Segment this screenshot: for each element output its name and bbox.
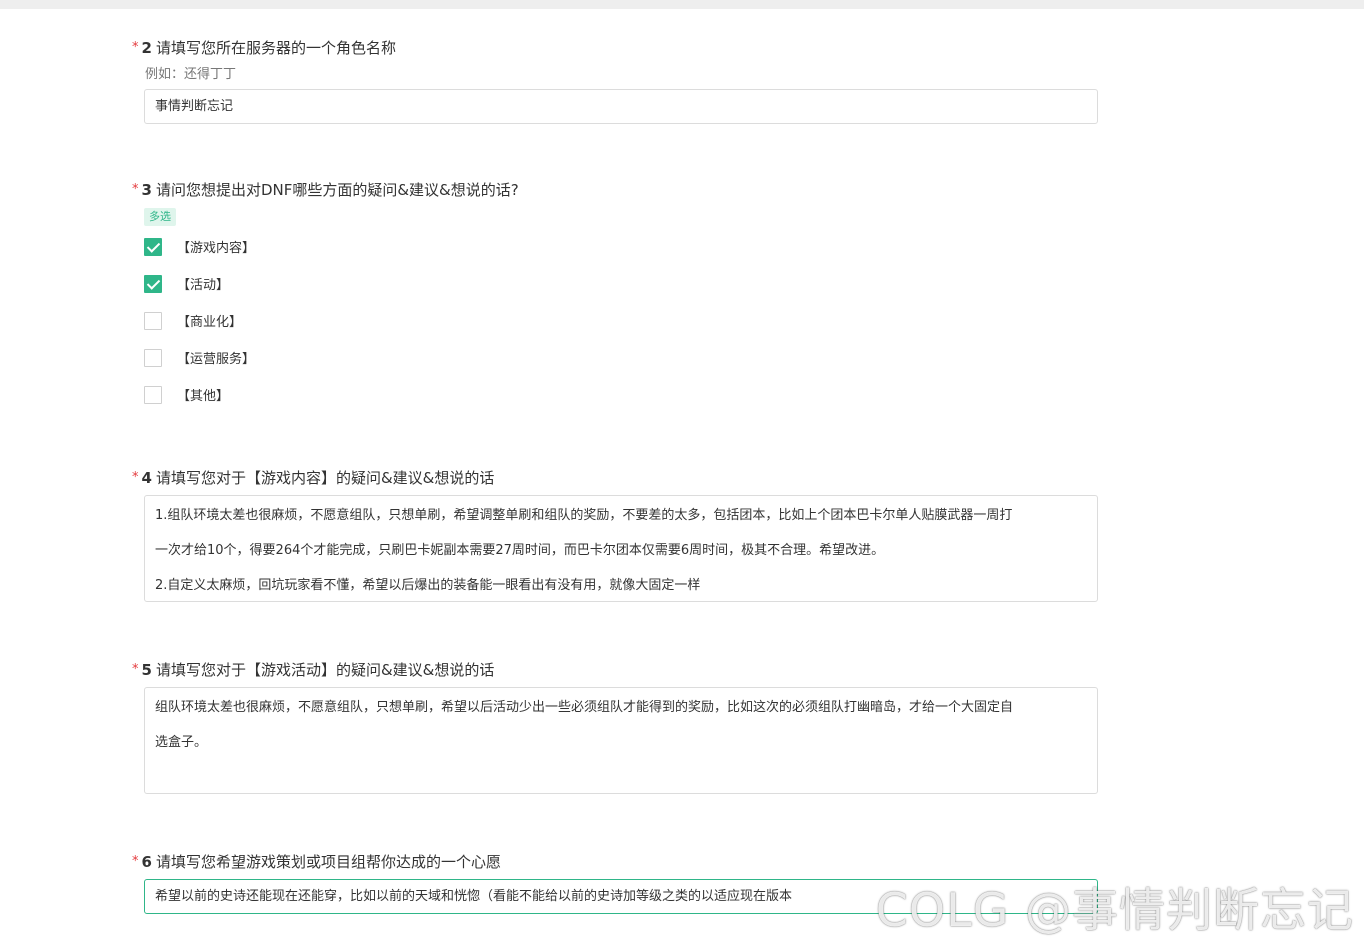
question-text: 请填写您对于【游戏内容】的疑问&建议&想说的话 [155,469,495,487]
question-number: 2 [141,39,152,57]
answer-line: 组队环境太差也很麻烦，不愿意组队，只想单刷，希望以后活动少出一些必须组队才能得到… [155,700,1014,715]
question-title: * 4 请填写您对于【游戏内容】的疑问&建议&想说的话 [132,468,1102,488]
option-label: 【运营服务】 [177,352,256,367]
answer-line: 一次才给10个，得要264个才能完成，只刷巴卡妮副本需要27周时间，而巴卡尔团本… [155,543,885,558]
question-text: 请问您想提出对DNF哪些方面的疑问&建议&想说的话? [155,181,519,199]
game-content-textarea[interactable]: 1.组队环境太差也很麻烦，不愿意组队，只想单刷，希望调整单刷和组队的奖励，不要差… [144,495,1098,602]
checkbox-checked[interactable] [144,274,162,293]
options-list: 【游戏内容】 【活动】 【商业化】 【运营服务】 【其他】 [132,228,1102,413]
option-operations[interactable]: 【运营服务】 [144,339,1102,376]
option-label: 【活动】 [177,278,230,293]
question-title: * 5 请填写您对于【游戏活动】的疑问&建议&想说的话 [132,660,1102,680]
option-label: 【商业化】 [177,315,243,330]
answer-line: 2.自定义太麻烦，回坑玩家看不懂，希望以后爆出的装备能一眼看出有没有用，就像大固… [155,578,701,593]
question-hint: 例如：还得丁丁 [145,67,237,82]
game-activity-textarea[interactable]: 组队环境太差也很麻烦，不愿意组队，只想单刷，希望以后活动少出一些必须组队才能得到… [144,687,1098,794]
question-3: * 3 请问您想提出对DNF哪些方面的疑问&建议&想说的话? 多选 【游戏内容】 【… [132,180,1102,413]
answer-line: 1.组队环境太差也很麻烦，不愿意组队，只想单刷，希望调整单刷和组队的奖励，不要差… [155,508,1013,523]
question-title: * 6 请填写您希望游戏策划或项目组帮你达成的一个心愿 [132,852,1102,872]
required-mark: * [132,662,139,677]
watermark: COLG @事情判断忘记 [875,883,1354,937]
option-activity[interactable]: 【活动】 [144,265,1102,302]
question-4: * 4 请填写您对于【游戏内容】的疑问&建议&想说的话 1.组队环境太差也很麻烦，不… [132,468,1102,602]
top-bar [0,0,1364,9]
question-number: 4 [141,469,152,487]
answer-line: 选盒子。 [155,735,208,750]
option-label: 【游戏内容】 [177,241,256,256]
option-other[interactable]: 【其他】 [144,376,1102,413]
role-name-input[interactable]: 事情判断忘记 [144,89,1098,124]
option-label: 【其他】 [177,389,230,404]
question-text: 请填写您对于【游戏活动】的疑问&建议&想说的话 [155,661,495,679]
required-mark: * [132,40,139,55]
option-game-content[interactable]: 【游戏内容】 [144,228,1102,265]
question-number: 5 [141,661,152,679]
question-2: * 2 请填写您所在服务器的一个角色名称 例如：还得丁丁 事情判断忘记 [132,38,1102,124]
multi-select-badge: 多选 [144,208,176,226]
question-number: 6 [141,853,152,871]
checkbox-checked[interactable] [144,237,162,256]
option-commercial[interactable]: 【商业化】 [144,302,1102,339]
required-mark: * [132,470,139,485]
required-mark: * [132,182,139,197]
question-5: * 5 请填写您对于【游戏活动】的疑问&建议&想说的话 组队环境太差也很麻烦，不愿意… [132,660,1102,794]
question-text: 请填写您所在服务器的一个角色名称 [155,39,396,57]
checkbox[interactable] [144,385,162,404]
checkbox[interactable] [144,348,162,367]
question-title: * 2 请填写您所在服务器的一个角色名称 [132,38,1102,58]
question-number: 3 [141,181,152,199]
checkbox[interactable] [144,311,162,330]
question-title: * 3 请问您想提出对DNF哪些方面的疑问&建议&想说的话? [132,180,1102,200]
question-text: 请填写您希望游戏策划或项目组帮你达成的一个心愿 [155,853,501,871]
required-mark: * [132,854,139,869]
